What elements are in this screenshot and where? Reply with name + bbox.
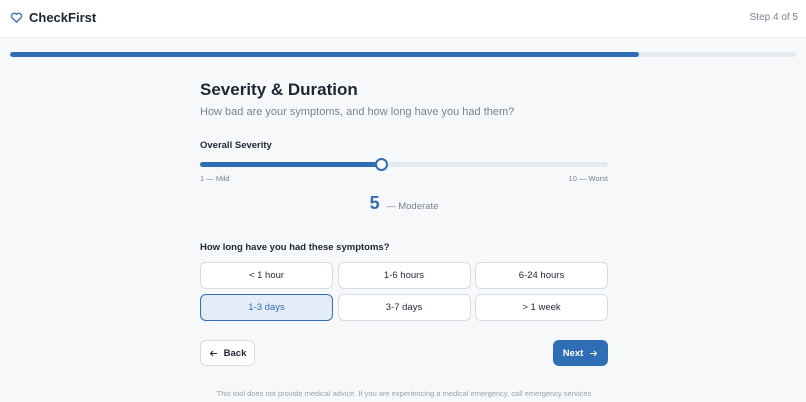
brand[interactable]: CheckFirst	[10, 10, 96, 25]
duration-option-1-6-hours[interactable]: 1-6 hours	[337, 262, 471, 289]
duration-option-6-24-hours[interactable]: 6-24 hours	[475, 262, 608, 289]
back-button[interactable]: Back	[200, 340, 255, 366]
severity-slider-thumb[interactable]	[374, 158, 388, 171]
severity-label: Overall Severity	[200, 140, 272, 151]
back-button-label: Back	[223, 347, 247, 359]
severity-readout: 5 — Moderate	[200, 193, 608, 214]
page-subtitle: How bad are your symptoms, and how long …	[200, 106, 515, 118]
duration-options: < 1 hour 1-6 hours 6-24 hours 1-3 days 3…	[200, 262, 608, 321]
duration-option-over-1-week[interactable]: > 1 week	[475, 294, 608, 321]
severity-descriptor: — Moderate	[386, 201, 439, 212]
progress-bar	[10, 52, 796, 57]
top-bar: CheckFirst Step 4 of 5	[0, 0, 806, 38]
page-title: Severity & Duration	[200, 80, 358, 99]
severity-max-label: 10 — Worst	[568, 174, 608, 183]
duration-option-under-1-hour[interactable]: < 1 hour	[200, 262, 333, 289]
arrow-left-icon	[209, 350, 217, 356]
progress-bar-fill	[10, 52, 639, 57]
next-button[interactable]: Next	[553, 340, 608, 366]
duration-label: How long have you had these symptoms?	[200, 242, 390, 253]
main-content: Severity & Duration How bad are your sym…	[200, 80, 608, 402]
duration-option-3-7-days[interactable]: 3-7 days	[337, 294, 471, 321]
disclaimer: This tool does not provide medical advic…	[216, 389, 592, 402]
heart-icon	[10, 12, 23, 23]
severity-value: 5	[369, 193, 380, 213]
arrow-right-icon	[590, 350, 598, 356]
severity-min-label: 1 — Mild	[200, 174, 230, 183]
duration-option-1-3-days[interactable]: 1-3 days	[200, 294, 333, 321]
step-indicator: Step 4 of 5	[749, 12, 798, 23]
brand-name: CheckFirst	[29, 10, 97, 25]
next-button-label: Next	[562, 347, 584, 359]
severity-slider[interactable]	[200, 158, 608, 171]
severity-slider-fill	[200, 162, 382, 167]
